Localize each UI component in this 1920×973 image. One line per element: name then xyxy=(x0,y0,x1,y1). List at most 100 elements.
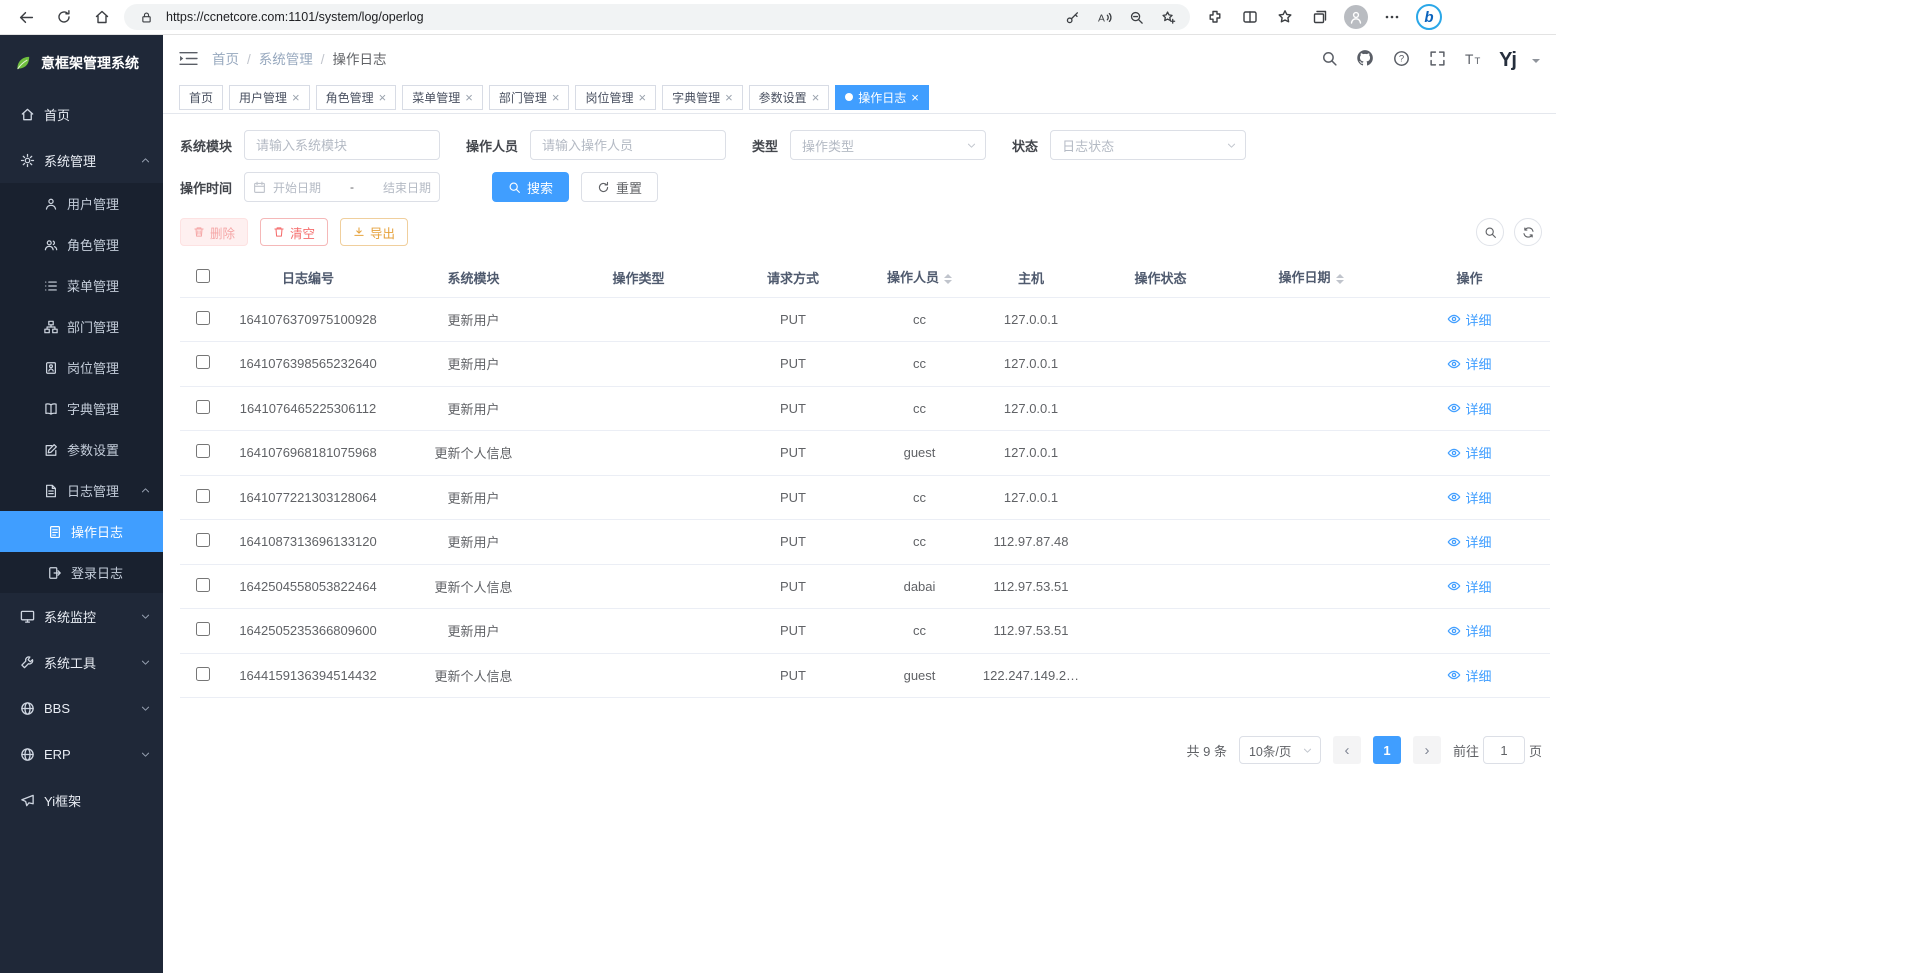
bing-icon[interactable]: b xyxy=(1416,4,1442,30)
tab-user-mgmt[interactable]: 用户管理 xyxy=(229,85,310,110)
refresh-icon[interactable] xyxy=(48,3,80,31)
tab-post-mgmt[interactable]: 岗位管理 xyxy=(575,85,656,110)
tab-role-mgmt[interactable]: 角色管理 xyxy=(316,85,397,110)
row-checkbox[interactable] xyxy=(196,355,210,369)
tab-dict-mgmt[interactable]: 字典管理 xyxy=(662,85,743,110)
sidebar-item-param-settings[interactable]: 参数设置 xyxy=(0,429,163,470)
reset-button[interactable]: 重置 xyxy=(581,172,658,202)
row-checkbox[interactable] xyxy=(196,489,210,503)
back-icon[interactable] xyxy=(10,3,42,31)
row-checkbox[interactable] xyxy=(196,667,210,681)
close-tab-icon[interactable] xyxy=(379,91,387,104)
yj-user-logo[interactable]: Yj xyxy=(1499,44,1516,72)
detail-link[interactable]: 详细 xyxy=(1447,399,1491,418)
select-all-checkbox[interactable] xyxy=(196,269,210,283)
browser-menu-icon[interactable] xyxy=(1381,6,1403,28)
row-checkbox[interactable] xyxy=(196,311,210,325)
sidebar-item-home[interactable]: 首页 xyxy=(0,91,163,137)
close-tab-icon[interactable] xyxy=(812,91,820,104)
close-tab-icon[interactable] xyxy=(911,91,919,104)
sidebar-item-post-mgmt[interactable]: 岗位管理 xyxy=(0,347,163,388)
search-button[interactable]: 搜索 xyxy=(492,172,569,202)
sidebar-item-system-mgmt[interactable]: 系统管理 xyxy=(0,137,163,183)
detail-link[interactable]: 详细 xyxy=(1447,577,1491,596)
date-range-picker[interactable]: 开始日期 - 结束日期 xyxy=(244,172,440,202)
refresh-table-button[interactable] xyxy=(1514,218,1542,246)
sidebar-item-erp[interactable]: ERP xyxy=(0,731,163,777)
page-size-select[interactable]: 10条/页 xyxy=(1239,736,1321,764)
tab-dept-mgmt[interactable]: 部门管理 xyxy=(489,85,570,110)
menu-fold-icon[interactable] xyxy=(179,50,198,67)
date-end[interactable]: 结束日期 xyxy=(383,179,431,196)
sidebar-item-login-log[interactable]: 登录日志 xyxy=(0,552,163,593)
close-tab-icon[interactable] xyxy=(638,91,646,104)
search-icon[interactable] xyxy=(1319,48,1339,68)
sidebar-item-dept-mgmt[interactable]: 部门管理 xyxy=(0,306,163,347)
tab-param-settings[interactable]: 参数设置 xyxy=(749,85,830,110)
row-checkbox[interactable] xyxy=(196,533,210,547)
help-icon[interactable]: ? xyxy=(1391,48,1411,68)
extensions-icon[interactable] xyxy=(1204,6,1226,28)
sort-icons[interactable] xyxy=(944,270,952,288)
close-tab-icon[interactable] xyxy=(552,91,560,104)
tab-home[interactable]: 首页 xyxy=(179,85,223,110)
detail-link[interactable]: 详细 xyxy=(1447,354,1491,373)
detail-link[interactable]: 详细 xyxy=(1447,443,1491,462)
status-select[interactable]: 日志状态 xyxy=(1050,130,1246,160)
row-checkbox[interactable] xyxy=(196,578,210,592)
sidebar-item-yi-framework[interactable]: Yi框架 xyxy=(0,777,163,823)
url-text[interactable]: https://ccnetcore.com:1101/system/log/op… xyxy=(166,10,1052,24)
detail-link[interactable]: 详细 xyxy=(1447,666,1491,685)
favorites-icon[interactable] xyxy=(1274,6,1296,28)
module-input[interactable] xyxy=(244,130,440,160)
password-key-icon[interactable] xyxy=(1060,6,1084,28)
export-button[interactable]: 导出 xyxy=(340,218,408,246)
read-aloud-icon[interactable]: A xyxy=(1092,6,1116,28)
type-select[interactable]: 操作类型 xyxy=(790,130,986,160)
zoom-out-icon[interactable] xyxy=(1124,6,1148,28)
profile-avatar[interactable] xyxy=(1344,5,1368,29)
date-start[interactable]: 开始日期 xyxy=(273,179,321,196)
sidebar-item-user-mgmt[interactable]: 用户管理 xyxy=(0,183,163,224)
sidebar-item-log-mgmt[interactable]: 日志管理 xyxy=(0,470,163,511)
tab-menu-mgmt[interactable]: 菜单管理 xyxy=(402,85,483,110)
fullscreen-icon[interactable] xyxy=(1427,48,1447,68)
operator-input[interactable] xyxy=(530,130,726,160)
sidebar-item-system-tools[interactable]: 系统工具 xyxy=(0,639,163,685)
clear-button[interactable]: 清空 xyxy=(260,218,328,246)
close-tab-icon[interactable] xyxy=(465,91,473,104)
sidebar-item-menu-mgmt[interactable]: 菜单管理 xyxy=(0,265,163,306)
header-operator[interactable]: 操作人员 xyxy=(865,258,974,297)
close-tab-icon[interactable] xyxy=(725,91,733,104)
row-checkbox[interactable] xyxy=(196,622,210,636)
collections-icon[interactable] xyxy=(1309,6,1331,28)
next-page-button[interactable] xyxy=(1413,736,1441,764)
sort-icons[interactable] xyxy=(1336,270,1344,288)
user-menu-caret-icon[interactable] xyxy=(1532,59,1540,67)
close-tab-icon[interactable] xyxy=(292,91,300,104)
breadcrumb-system-mgmt[interactable]: 系统管理 xyxy=(259,48,333,68)
sidebar-item-system-monitor[interactable]: 系统监控 xyxy=(0,593,163,639)
header-date[interactable]: 操作日期 xyxy=(1233,258,1389,297)
breadcrumb-home[interactable]: 首页 xyxy=(212,48,259,68)
delete-button[interactable]: 删除 xyxy=(180,218,248,246)
row-checkbox[interactable] xyxy=(196,400,210,414)
font-size-icon[interactable]: TT xyxy=(1463,48,1483,68)
github-icon[interactable] xyxy=(1355,48,1375,68)
goto-page-input[interactable] xyxy=(1483,736,1525,764)
tab-operation-log[interactable]: 操作日志 xyxy=(835,85,929,110)
prev-page-button[interactable] xyxy=(1333,736,1361,764)
current-page[interactable]: 1 xyxy=(1373,736,1401,764)
sidebar-item-operation-log[interactable]: 操作日志 xyxy=(0,511,163,552)
show-search-button[interactable] xyxy=(1476,218,1504,246)
sidebar-item-bbs[interactable]: BBS xyxy=(0,685,163,731)
sidebar-item-dict-mgmt[interactable]: 字典管理 xyxy=(0,388,163,429)
sidebar-item-role-mgmt[interactable]: 角色管理 xyxy=(0,224,163,265)
add-favorite-icon[interactable] xyxy=(1156,6,1180,28)
browser-home-icon[interactable] xyxy=(86,3,118,31)
detail-link[interactable]: 详细 xyxy=(1447,532,1491,551)
detail-link[interactable]: 详细 xyxy=(1447,310,1491,329)
detail-link[interactable]: 详细 xyxy=(1447,621,1491,640)
row-checkbox[interactable] xyxy=(196,444,210,458)
url-bar[interactable]: https://ccnetcore.com:1101/system/log/op… xyxy=(124,4,1190,30)
